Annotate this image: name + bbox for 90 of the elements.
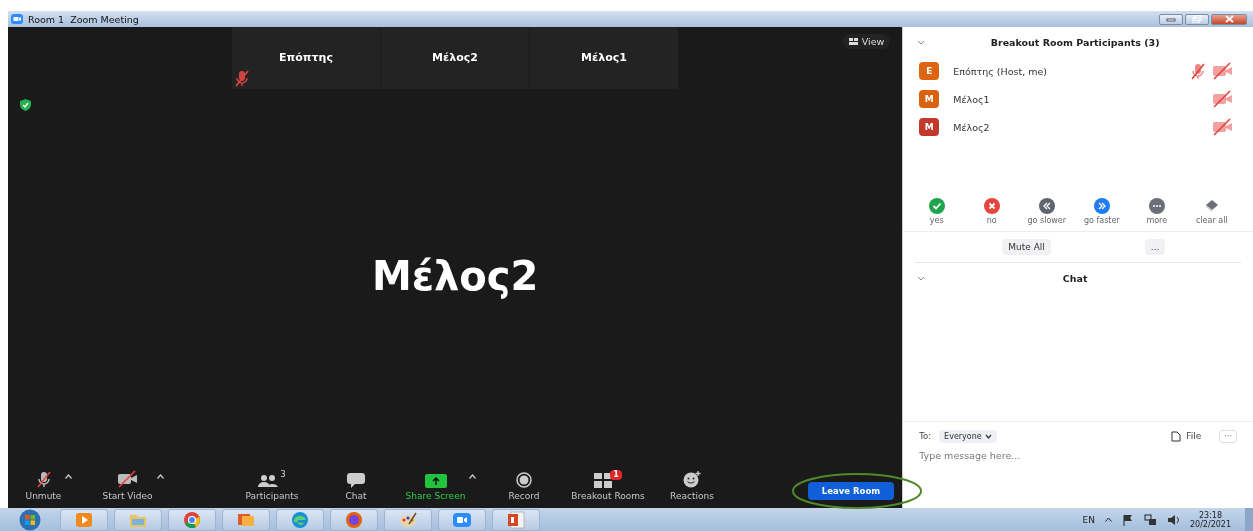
participant-name: Μέλος2	[953, 121, 991, 133]
panel-title: Breakout Room Participants (3)	[989, 36, 1161, 48]
minimize-icon	[1166, 16, 1176, 22]
grid-icon	[594, 473, 613, 488]
rewind-icon	[1038, 198, 1055, 214]
more-button[interactable]: ...	[1144, 239, 1166, 255]
avatar: Μ	[919, 90, 940, 108]
participant-name: Επόπτης (Host, me)	[953, 65, 1049, 77]
chevron-down-icon[interactable]	[917, 275, 926, 281]
video-tile[interactable]: Μέλος2	[381, 27, 529, 89]
taskbar-button[interactable]	[222, 508, 270, 531]
speaker-icon[interactable]	[1166, 513, 1180, 526]
minimize-button[interactable]	[1159, 13, 1183, 25]
reaction-button[interactable]: go faster	[1074, 198, 1130, 225]
participant-name: Μέλος1	[581, 51, 627, 65]
windows-logo-icon	[18, 508, 42, 531]
video-tile[interactable]: Επόπτης	[232, 27, 380, 89]
participant-name: Μέλος2	[432, 51, 478, 65]
taskbar-button[interactable]	[330, 508, 378, 531]
video-button[interactable]: Start Video	[100, 468, 155, 503]
window-title: Room 1 Zoom Meeting	[28, 13, 140, 25]
ring-logo-icon	[183, 510, 201, 529]
taskbar-button[interactable]	[168, 508, 216, 531]
reaction-button[interactable]: more	[1129, 198, 1185, 225]
close-icon	[1224, 15, 1234, 23]
record-button[interactable]: Record	[506, 468, 542, 503]
reaction-button[interactable]: go slower	[1019, 198, 1075, 225]
caret-icon	[984, 433, 992, 439]
taskbar-button[interactable]	[492, 508, 540, 531]
panel-title: Chat	[1061, 272, 1089, 284]
network-icon[interactable]	[1143, 513, 1157, 526]
caret-icon[interactable]	[1104, 517, 1112, 522]
globe-icon	[345, 510, 363, 529]
file-icon	[1171, 430, 1182, 442]
taskbar-button[interactable]	[60, 508, 108, 531]
more-button[interactable]: ···	[1219, 429, 1237, 443]
video-tile[interactable]: Μέλος1	[530, 27, 678, 89]
play-icon	[75, 510, 93, 529]
mute-all-button[interactable]: Mute All	[1002, 239, 1051, 255]
participant-name: Επόπτης	[279, 51, 333, 65]
taskbar-button[interactable]	[438, 508, 486, 531]
cross-icon	[983, 198, 1000, 214]
message-field[interactable]: Type message here...	[919, 450, 1220, 461]
speaker-name: Μέλος2	[371, 253, 539, 299]
reactions-button[interactable]: Reactions	[668, 468, 716, 503]
app-icon	[11, 14, 23, 24]
view-button[interactable]: View	[842, 34, 891, 49]
more-icon	[1148, 198, 1165, 214]
microphone-button[interactable]: Unmute	[23, 468, 64, 503]
people-icon	[258, 474, 279, 488]
taskbar-button[interactable]	[276, 508, 324, 531]
participant-count: 3	[280, 470, 286, 479]
participant-row[interactable]: Ε Επόπτης (Host, me)	[903, 57, 1253, 85]
grid-icon	[848, 38, 858, 45]
wave-logo-icon	[291, 510, 309, 529]
clock[interactable]: 23:18 20/2/2021	[1189, 510, 1231, 529]
check-icon	[928, 198, 945, 214]
restore-button[interactable]	[1185, 13, 1209, 25]
to-label: To:	[919, 431, 932, 441]
share-screen-icon	[424, 474, 447, 488]
reaction-button[interactable]: no	[964, 198, 1020, 225]
participants-button[interactable]: 3 Participants	[243, 468, 301, 503]
smiley-icon	[683, 471, 701, 488]
speech-bubble-icon	[347, 473, 365, 488]
notification-badge: 1	[610, 470, 622, 480]
taskbar-button[interactable]	[384, 508, 432, 531]
fast-forward-icon	[1093, 198, 1110, 214]
share-screen-button[interactable]: Share Screen	[403, 468, 468, 503]
eraser-icon	[1203, 198, 1220, 214]
flag-icon[interactable]	[1121, 513, 1134, 526]
reaction-button[interactable]: yes	[909, 198, 965, 225]
avatar: Ε	[919, 62, 940, 80]
file-button[interactable]: File	[1171, 430, 1202, 442]
reaction-button[interactable]: clear all	[1184, 198, 1240, 225]
chevron-down-icon[interactable]	[917, 39, 926, 45]
close-button[interactable]	[1211, 13, 1247, 25]
participant-row[interactable]: Μ Μέλος2	[903, 113, 1253, 141]
record-icon	[516, 472, 532, 488]
participant-row[interactable]: Μ Μέλος1	[903, 85, 1253, 113]
chat-button[interactable]: Chat	[343, 468, 369, 503]
leave-room-button[interactable]: Leave Room	[808, 482, 894, 500]
language-indicator[interactable]: EN	[1082, 514, 1095, 525]
camera-icon	[453, 510, 471, 529]
avatar: Μ	[919, 118, 940, 136]
slides-icon	[507, 510, 525, 529]
restore-icon	[1192, 15, 1202, 23]
breakout-rooms-button[interactable]: 1 Breakout Rooms	[569, 468, 647, 503]
participant-name: Μέλος1	[953, 93, 991, 105]
palette-icon	[399, 510, 417, 529]
recipient-dropdown[interactable]: Everyone	[939, 429, 997, 443]
